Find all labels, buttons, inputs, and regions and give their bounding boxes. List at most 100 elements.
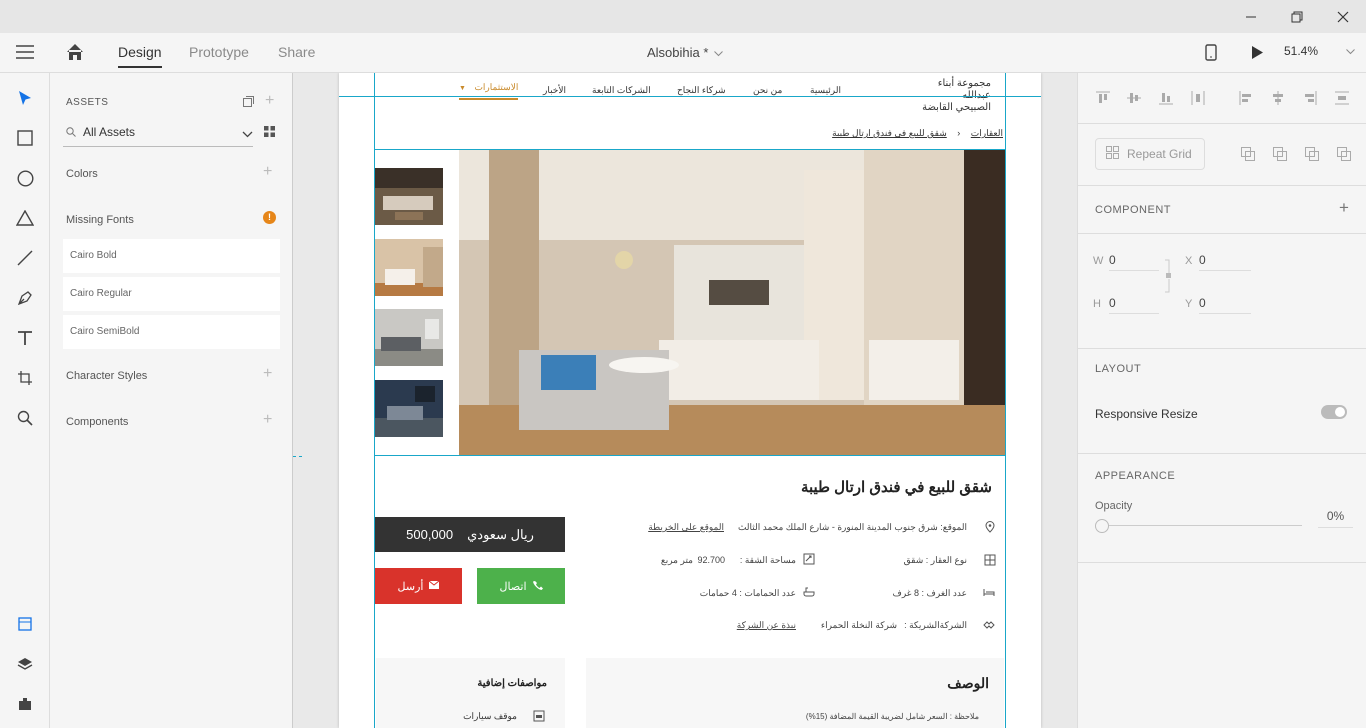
nav-investments[interactable]: الاستثمارات ▼ (459, 82, 519, 100)
select-tool-icon[interactable] (12, 85, 38, 111)
opacity-slider-track[interactable] (1102, 525, 1302, 526)
missing-font-item[interactable]: Cairo Regular (63, 277, 280, 311)
align-center-icon[interactable] (1269, 89, 1287, 107)
design-canvas[interactable]: مجموعة أبناء عبدالله الصبيحي القابضة الر… (293, 73, 1077, 728)
colors-section-label[interactable]: Colors (66, 168, 98, 180)
add-icon[interactable]: + (265, 92, 274, 110)
opacity-label: Opacity (1095, 500, 1133, 512)
tab-share[interactable]: Share (278, 44, 315, 66)
tab-prototype[interactable]: Prototype (189, 44, 249, 66)
gallery-thumbnail-4[interactable] (375, 380, 443, 437)
location-text: الموقع: شرق جنوب المدينة المنورة - شارع … (737, 522, 967, 532)
document-title[interactable]: Alsobihia * (647, 45, 724, 60)
zoom-control[interactable]: 51.4% (1284, 44, 1355, 58)
lock-aspect-icon[interactable] (1164, 259, 1173, 296)
divider (1078, 453, 1366, 454)
align-middle-icon[interactable] (1125, 89, 1143, 107)
description-card: الوصف ملاحظة : السعر شامل لضريبة القيمة … (586, 658, 1004, 728)
chevron-down-icon (1346, 44, 1355, 58)
boolean-add-icon[interactable] (1239, 145, 1257, 163)
component-heading: COMPONENT (1095, 204, 1171, 216)
pen-tool-icon[interactable] (12, 285, 38, 311)
nav-partners[interactable]: شركاء النجاح (677, 85, 726, 96)
missing-fonts-label[interactable]: Missing Fonts (66, 214, 134, 226)
width-input[interactable]: 0 (1109, 253, 1159, 271)
grid-view-icon[interactable] (264, 126, 275, 140)
restore-icon[interactable] (1274, 0, 1320, 33)
align-left-icon[interactable] (1237, 89, 1255, 107)
rectangle-tool-icon[interactable] (12, 125, 38, 151)
y-input[interactable]: 0 (1199, 296, 1251, 314)
opacity-input[interactable]: 0% (1318, 509, 1353, 528)
map-link[interactable]: الموقع على الخريطة (648, 522, 724, 533)
x-input[interactable]: 0 (1199, 253, 1251, 271)
layout-guide-right (1005, 73, 1006, 728)
breadcrumb-current[interactable]: شقق للبيع في فندق ارتال طيبة (832, 128, 947, 138)
text-tool-icon[interactable] (12, 325, 38, 351)
nav-about[interactable]: من نحن (753, 85, 782, 96)
close-icon[interactable] (1320, 0, 1366, 33)
breadcrumb-parent[interactable]: العقارات (971, 128, 1003, 138)
gallery-thumbnail-3[interactable] (375, 309, 443, 366)
add-component-icon[interactable]: + (263, 411, 272, 429)
artboard[interactable]: مجموعة أبناء عبدالله الصبيحي القابضة الر… (339, 73, 1041, 728)
assets-panel: ASSETS + All Assets Colors + Missing Fon… (50, 73, 293, 728)
search-icon (66, 126, 76, 140)
home-icon[interactable] (66, 43, 84, 61)
gallery-thumbnail-2[interactable] (375, 239, 443, 296)
gallery-thumbnail-1[interactable] (375, 168, 443, 225)
tab-design[interactable]: Design (118, 44, 162, 68)
hamburger-menu-icon[interactable] (16, 45, 34, 59)
logo-line-1: مجموعة أبناء عبدالله (937, 78, 991, 101)
height-input[interactable]: 0 (1109, 296, 1159, 314)
align-top-icon[interactable] (1094, 89, 1112, 107)
artboard-tool-icon[interactable] (12, 365, 38, 391)
bath-icon (803, 586, 815, 598)
distribute-horizontal-icon[interactable] (1189, 89, 1207, 107)
align-bottom-icon[interactable] (1157, 89, 1175, 107)
missing-font-item[interactable]: Cairo SemiBold (63, 315, 280, 349)
zoom-tool-icon[interactable] (12, 405, 38, 431)
nav-investments-label: الاستثمارات (474, 82, 519, 92)
line-tool-icon[interactable] (12, 245, 38, 271)
character-styles-label[interactable]: Character Styles (66, 370, 147, 382)
responsive-resize-toggle[interactable] (1321, 405, 1347, 419)
missing-font-item[interactable]: Cairo Bold (63, 239, 280, 273)
area-unit: متر مربع (660, 555, 693, 565)
window-titlebar (0, 0, 1366, 33)
ellipse-tool-icon[interactable] (12, 165, 38, 191)
assets-panel-icon[interactable] (12, 611, 38, 637)
call-button[interactable]: اتصال (477, 568, 565, 604)
repeat-grid-button[interactable]: Repeat Grid (1095, 138, 1205, 170)
align-right-icon[interactable] (1301, 89, 1319, 107)
boolean-exclude-icon[interactable] (1335, 145, 1353, 163)
send-button[interactable]: أرسل (375, 568, 462, 604)
opacity-slider-handle[interactable] (1095, 519, 1109, 533)
phone-icon (532, 580, 543, 593)
device-preview-icon[interactable] (1205, 44, 1217, 61)
nav-subsidiaries[interactable]: الشركات التابعة (592, 85, 651, 96)
layers-panel-icon[interactable] (12, 651, 38, 677)
property-type-text: نوع العقار : شقق (903, 555, 967, 565)
plugins-panel-icon[interactable] (12, 691, 38, 717)
minimize-icon[interactable] (1228, 0, 1274, 33)
repeat-grid-icon (1106, 146, 1119, 162)
play-icon[interactable] (1251, 45, 1264, 60)
add-character-style-icon[interactable]: + (263, 365, 272, 383)
call-button-label: اتصال (499, 580, 527, 593)
main-property-image[interactable] (459, 150, 1005, 456)
document-title-text: Alsobihia * (647, 45, 709, 60)
library-icon[interactable] (243, 96, 254, 110)
components-label[interactable]: Components (66, 416, 128, 428)
boolean-intersect-icon[interactable] (1303, 145, 1321, 163)
polygon-tool-icon[interactable] (12, 205, 38, 231)
tools-bar (0, 73, 50, 728)
distribute-vertical-icon[interactable] (1333, 89, 1351, 107)
nav-home[interactable]: الرئيسية (810, 85, 841, 96)
company-about-link[interactable]: نبذة عن الشركة (737, 620, 796, 631)
nav-news[interactable]: الأخبار (543, 85, 566, 96)
add-component-icon[interactable]: + (1339, 198, 1349, 218)
assets-filter-dropdown[interactable]: All Assets (63, 121, 253, 147)
add-color-icon[interactable]: + (263, 163, 272, 181)
boolean-subtract-icon[interactable] (1271, 145, 1289, 163)
